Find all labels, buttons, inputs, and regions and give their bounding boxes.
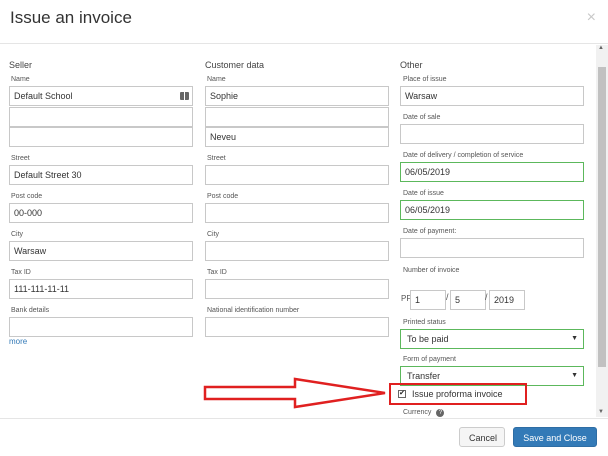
form-of-payment-label: Form of payment bbox=[403, 356, 456, 363]
separator-slash: / bbox=[446, 292, 449, 302]
seller-postcode-label: Post code bbox=[11, 193, 43, 200]
customer-postcode-label: Post code bbox=[207, 193, 239, 200]
scrollbar[interactable]: ▲ ▼ bbox=[596, 45, 608, 417]
date-of-sale-field[interactable] bbox=[400, 124, 584, 144]
invoice-number-year[interactable]: 2019 bbox=[489, 290, 525, 310]
seller-street-label: Street bbox=[11, 155, 30, 162]
seller-street-field[interactable]: Default Street 30 bbox=[9, 165, 193, 185]
customer-city-label: City bbox=[207, 231, 220, 238]
customer-name-label: Name bbox=[207, 76, 226, 83]
dialog-title: Issue an invoice bbox=[10, 8, 132, 27]
delivery-date-field[interactable]: 06/05/2019 bbox=[400, 162, 584, 182]
form-of-payment-value: Transfer bbox=[407, 371, 441, 381]
issue-date-field[interactable]: 06/05/2019 bbox=[400, 200, 584, 220]
other-heading: Other bbox=[400, 60, 423, 70]
scroll-down-icon[interactable]: ▼ bbox=[598, 409, 604, 415]
seller-name-label: Name bbox=[11, 76, 30, 83]
seller-name-line2[interactable] bbox=[9, 107, 193, 127]
customer-street-field[interactable] bbox=[205, 165, 389, 185]
customer-heading: Customer data bbox=[205, 60, 265, 70]
save-and-close-button[interactable]: Save and Close bbox=[513, 427, 597, 447]
customer-postcode-field[interactable] bbox=[205, 203, 389, 223]
customer-nin-field[interactable] bbox=[205, 317, 389, 337]
proforma-checkbox[interactable]: ✔ bbox=[398, 390, 406, 398]
currency-label: Currency ? bbox=[403, 409, 445, 417]
scroll-up-icon[interactable]: ▲ bbox=[598, 45, 604, 51]
close-icon[interactable]: × bbox=[587, 9, 596, 27]
proforma-label: Issue proforma invoice bbox=[412, 389, 503, 399]
annotation-arrow bbox=[203, 377, 386, 409]
delivery-date-label: Date of delivery / completion of service bbox=[403, 152, 524, 159]
dialog-body: Seller Name Default School Street Defaul… bbox=[0, 45, 596, 417]
invoice-number-part2[interactable]: 5 bbox=[450, 290, 486, 310]
payment-date-field[interactable] bbox=[400, 238, 584, 258]
seller-name-field[interactable]: Default School bbox=[9, 86, 193, 106]
customer-street-label: Street bbox=[207, 155, 226, 162]
seller-city-label: City bbox=[11, 231, 24, 238]
seller-bank-label: Bank details bbox=[11, 307, 50, 314]
customer-taxid-field[interactable] bbox=[205, 279, 389, 299]
seller-bank-field[interactable] bbox=[9, 317, 193, 337]
date-of-sale-label: Date of sale bbox=[403, 114, 441, 121]
help-icon[interactable]: ? bbox=[436, 409, 445, 417]
seller-taxid-label: Tax ID bbox=[11, 269, 31, 276]
proforma-highlight: ✔ Issue proforma invoice bbox=[389, 383, 527, 405]
place-of-issue-label: Place of issue bbox=[403, 76, 447, 83]
customer-name-line2[interactable] bbox=[205, 107, 389, 127]
invoice-number-label: Number of invoice bbox=[403, 267, 460, 274]
seller-heading: Seller bbox=[9, 60, 33, 70]
chevron-down-icon: ▼ bbox=[571, 335, 578, 342]
more-link[interactable]: more bbox=[9, 337, 27, 346]
chevron-down-icon: ▼ bbox=[571, 372, 578, 379]
payment-date-label: Date of payment: bbox=[403, 228, 457, 235]
address-book-icon[interactable] bbox=[180, 92, 189, 100]
seller-city-field[interactable]: Warsaw bbox=[9, 241, 193, 261]
customer-taxid-label: Tax ID bbox=[207, 269, 227, 276]
customer-nin-label: National identification number bbox=[207, 307, 300, 314]
seller-name-line3[interactable] bbox=[9, 127, 193, 147]
separator-slash: / bbox=[485, 292, 488, 302]
printed-status-value: To be paid bbox=[407, 334, 449, 344]
seller-postcode-field[interactable]: 00-000 bbox=[9, 203, 193, 223]
invoice-number-part1[interactable]: 1 bbox=[410, 290, 446, 310]
dialog-footer: Cancel Save and Close bbox=[0, 418, 608, 456]
cancel-button[interactable]: Cancel bbox=[459, 427, 505, 447]
customer-city-field[interactable] bbox=[205, 241, 389, 261]
dialog-header: Issue an invoice × bbox=[0, 0, 608, 44]
issue-date-label: Date of issue bbox=[403, 190, 444, 197]
customer-first-name-field[interactable]: Sophie bbox=[205, 86, 389, 106]
place-of-issue-field[interactable]: Warsaw bbox=[400, 86, 584, 106]
seller-taxid-field[interactable]: 111-111-11-11 bbox=[9, 279, 193, 299]
printed-status-label: Printed status bbox=[403, 319, 446, 326]
customer-last-name-field[interactable]: Neveu bbox=[205, 127, 389, 147]
scrollbar-thumb[interactable] bbox=[598, 67, 606, 367]
printed-status-select[interactable]: To be paid ▼ bbox=[400, 329, 584, 349]
